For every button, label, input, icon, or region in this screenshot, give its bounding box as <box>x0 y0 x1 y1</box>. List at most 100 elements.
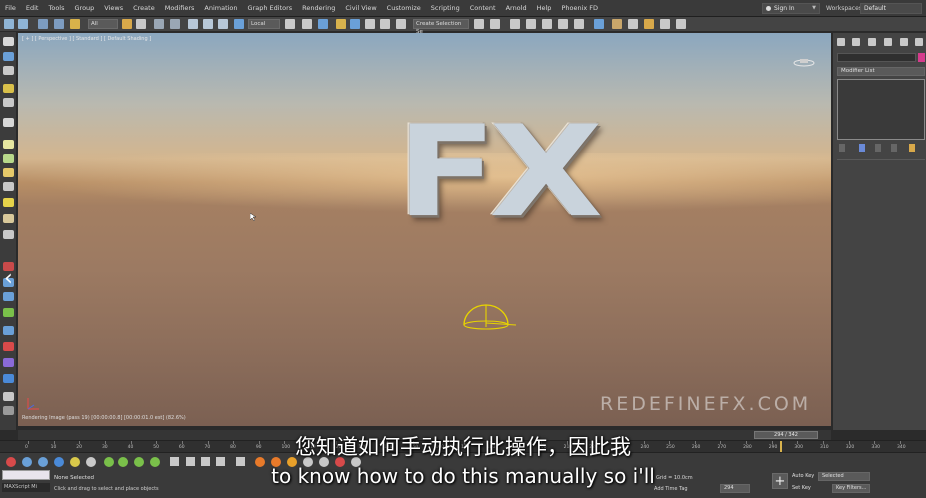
dome-icon[interactable] <box>3 154 14 163</box>
menu-item-create[interactable]: Create <box>128 0 160 17</box>
menu-item-graph-editors[interactable]: Graph Editors <box>243 0 298 17</box>
render-frame-icon[interactable] <box>3 98 14 107</box>
viewcube-icon[interactable] <box>792 57 816 69</box>
plane-icon[interactable] <box>3 140 14 149</box>
configure-modifier-sets-icon[interactable] <box>909 144 915 152</box>
globe-icon[interactable] <box>3 230 14 239</box>
shader-ball-icon[interactable] <box>3 326 14 335</box>
undo-icon[interactable] <box>4 19 14 29</box>
place-icon[interactable] <box>234 19 244 29</box>
space-warp-icon[interactable] <box>3 292 14 301</box>
rectangular-selection-icon[interactable] <box>154 19 164 29</box>
layers-icon[interactable] <box>3 37 14 46</box>
selection-filter-select[interactable]: All <box>88 19 118 29</box>
menu-item-rendering[interactable]: Rendering <box>297 0 340 17</box>
fx-3d-text-object: FX <box>396 98 603 245</box>
menu-item-file[interactable]: File <box>0 0 21 17</box>
move-icon[interactable] <box>188 19 198 29</box>
menu-item-help[interactable]: Help <box>532 0 557 17</box>
object-name-field[interactable] <box>837 53 916 62</box>
grid-icon[interactable] <box>3 118 14 127</box>
menu-item-group[interactable]: Group <box>70 0 100 17</box>
perspective-viewport[interactable]: [ + ] [ Perspective ] [ Standard ] [ Def… <box>18 33 831 426</box>
sign-in-button[interactable]: Sign In ▼ <box>762 3 820 14</box>
window-crossing-icon[interactable] <box>170 19 180 29</box>
menu-item-tools[interactable]: Tools <box>43 0 69 17</box>
make-unique-icon[interactable] <box>875 144 881 152</box>
reference-coordinate-select[interactable]: Local <box>248 19 280 29</box>
left-toolbar: ‹ <box>0 32 17 430</box>
menu-item-animation[interactable]: Animation <box>199 0 242 17</box>
display-tab-icon[interactable] <box>900 38 908 46</box>
menu-item-content[interactable]: Content <box>465 0 501 17</box>
sphere-icon[interactable] <box>3 168 14 177</box>
edit-named-selection-icon[interactable] <box>396 19 406 29</box>
material-editor-icon[interactable] <box>594 19 604 29</box>
menu-item-modifiers[interactable]: Modifiers <box>160 0 200 17</box>
object-color-swatch[interactable] <box>918 53 925 62</box>
vray-icon[interactable] <box>3 358 14 367</box>
scene-explorer-icon[interactable] <box>510 19 520 29</box>
modifier-stack[interactable] <box>837 79 925 140</box>
select-manipulate-icon[interactable] <box>302 19 312 29</box>
plant-icon[interactable] <box>3 308 14 317</box>
menu-item-edit[interactable]: Edit <box>21 0 44 17</box>
object-paint-icon[interactable] <box>3 52 14 61</box>
scale-icon[interactable] <box>218 19 228 29</box>
render-in-cloud-icon[interactable] <box>660 19 670 29</box>
create-tab-icon[interactable] <box>837 38 845 46</box>
render-production-icon[interactable] <box>644 19 654 29</box>
populate-icon[interactable] <box>3 66 14 75</box>
render-setup-icon[interactable] <box>612 19 622 29</box>
rotate-icon[interactable] <box>203 19 213 29</box>
menu-item-views[interactable]: Views <box>99 0 128 17</box>
file-icon[interactable] <box>3 392 14 401</box>
ribbon-toggle-icon[interactable] <box>542 19 552 29</box>
color-balls-icon[interactable] <box>3 342 14 351</box>
pivot-center-icon[interactable] <box>285 19 295 29</box>
settings-icon[interactable] <box>3 406 14 415</box>
link-icon[interactable] <box>38 19 48 29</box>
pin-stack-icon[interactable] <box>839 144 845 152</box>
align-icon[interactable] <box>490 19 500 29</box>
remove-modifier-icon[interactable] <box>891 144 897 152</box>
rendered-frame-window-icon[interactable] <box>628 19 638 29</box>
mirror-icon[interactable] <box>474 19 484 29</box>
schematic-view-icon[interactable] <box>574 19 584 29</box>
menu-item-scripting[interactable]: Scripting <box>426 0 465 17</box>
hierarchy-tab-icon[interactable] <box>868 38 876 46</box>
unlink-icon[interactable] <box>54 19 64 29</box>
layer-explorer-icon[interactable] <box>526 19 536 29</box>
modifier-list-select[interactable]: Modifier List <box>837 67 925 76</box>
menu-item-phoenix-fd[interactable]: Phoenix FD <box>556 0 603 17</box>
menu-item-customize[interactable]: Customize <box>382 0 426 17</box>
a360-gallery-icon[interactable] <box>676 19 686 29</box>
select-object-icon[interactable] <box>122 19 132 29</box>
tube-icon[interactable] <box>3 182 14 191</box>
bind-space-warp-icon[interactable] <box>70 19 80 29</box>
select-by-name-icon[interactable] <box>136 19 146 29</box>
redo-icon[interactable] <box>18 19 28 29</box>
menu-item-civil-view[interactable]: Civil View <box>340 0 381 17</box>
sun-icon[interactable] <box>3 198 14 207</box>
modify-tab-icon[interactable] <box>852 38 860 46</box>
main-toolbar: All Local Create Selection Se <box>0 17 926 35</box>
show-end-result-icon[interactable] <box>859 144 865 152</box>
snaps-toggle-icon[interactable] <box>336 19 346 29</box>
percent-snap-icon[interactable] <box>365 19 375 29</box>
angle-snap-icon[interactable] <box>350 19 360 29</box>
phoenix-icon[interactable] <box>3 374 14 383</box>
named-selection-set-select[interactable]: Create Selection Se <box>413 19 469 35</box>
spinner-snap-icon[interactable] <box>380 19 390 29</box>
motion-tab-icon[interactable] <box>884 38 892 46</box>
light-icon[interactable] <box>3 84 14 93</box>
workspace-select[interactable]: Default <box>860 3 922 14</box>
collapse-arrow-icon[interactable]: ‹ <box>4 268 13 290</box>
sky-icon[interactable] <box>3 214 14 223</box>
keyboard-shortcut-toggle-icon[interactable] <box>318 19 328 29</box>
utilities-tab-icon[interactable] <box>915 38 923 46</box>
curve-editor-icon[interactable] <box>558 19 568 29</box>
viewport-label[interactable]: [ + ] [ Perspective ] [ Standard ] [ Def… <box>22 36 151 42</box>
camera-gizmo-icon[interactable] <box>458 301 520 331</box>
menu-item-arnold[interactable]: Arnold <box>501 0 532 17</box>
